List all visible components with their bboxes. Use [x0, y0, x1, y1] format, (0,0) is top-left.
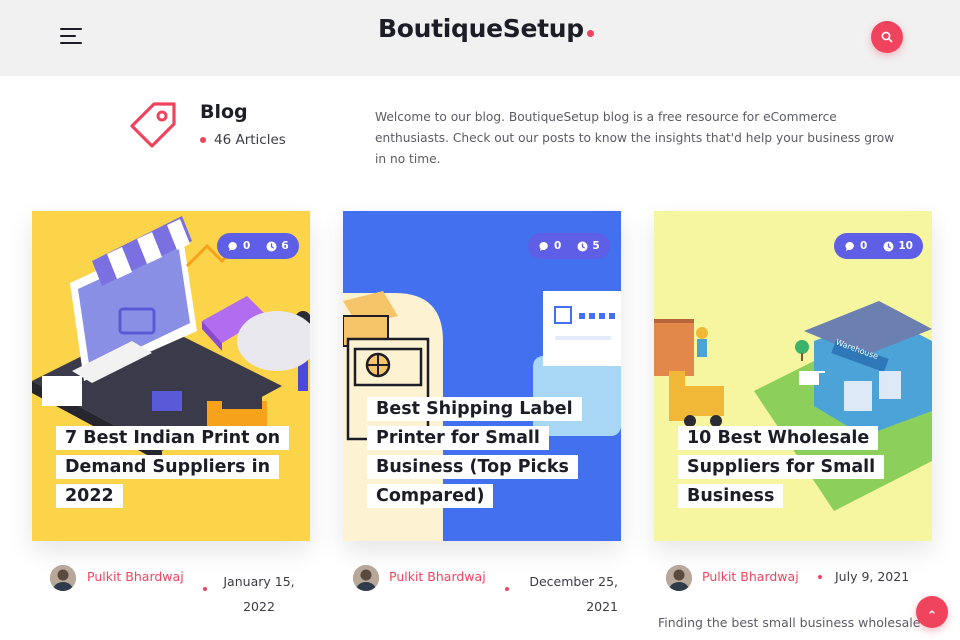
clock-icon — [882, 240, 894, 252]
clock-icon — [265, 240, 277, 252]
read-time: 5 — [592, 240, 600, 252]
article-card[interactable]: Warehouse 0 10 10 Best Wholesale Supplie… — [654, 211, 932, 541]
author-link[interactable]: Pulkit Bhardwaj — [702, 569, 799, 584]
scroll-to-top-button[interactable] — [916, 596, 948, 628]
author-link[interactable]: Pulkit Bhardwaj — [389, 569, 486, 584]
article-count: 46 Articles — [200, 132, 286, 148]
search-button[interactable] — [871, 21, 903, 53]
read-time: 6 — [281, 240, 289, 252]
comment-icon — [844, 240, 856, 252]
author-link[interactable]: Pulkit Bhardwaj — [87, 569, 184, 584]
page-title: Blog — [200, 101, 248, 123]
read-time: 10 — [898, 240, 913, 252]
post-date: July 9, 2021 — [835, 569, 910, 584]
author-avatar[interactable] — [353, 565, 379, 591]
hamburger-menu-icon[interactable] — [60, 26, 84, 48]
post-date: January 15, 2022 — [223, 574, 295, 614]
logo-dot — [586, 30, 594, 37]
article-meta: Pulkit Bhardwaj July 9, 2021 — [654, 562, 932, 614]
comment-count: 0 — [860, 240, 868, 252]
search-icon — [881, 31, 893, 43]
comment-count: 0 — [243, 240, 251, 252]
site-header: BoutiqueSetup — [0, 0, 960, 76]
chevron-up-icon — [929, 610, 935, 614]
comment-count: 0 — [554, 240, 562, 252]
article-meta: Pulkit Bhardwaj January 15, 2022 — [32, 562, 310, 614]
post-stats-badge: 0 5 — [528, 233, 610, 259]
author-avatar[interactable] — [666, 565, 692, 591]
article-card[interactable]: 0 6 7 Best Indian Print on Demand Suppli… — [32, 211, 310, 541]
post-stats-badge: 0 6 — [217, 233, 299, 259]
article-title[interactable]: 10 Best Wholesale Suppliers for Small Bu… — [678, 424, 928, 511]
comment-icon — [227, 240, 239, 252]
blog-description: Welcome to our blog. BoutiqueSetup blog … — [375, 110, 895, 166]
article-title[interactable]: 7 Best Indian Print on Demand Suppliers … — [56, 424, 306, 511]
comment-icon — [538, 240, 550, 252]
post-date: December 25, 2021 — [529, 574, 618, 614]
author-avatar[interactable] — [50, 565, 76, 591]
article-title[interactable]: Best Shipping Label Printer for Small Bu… — [367, 395, 617, 511]
article-card[interactable]: 0 5 Best Shipping Label Printer for Smal… — [343, 211, 621, 541]
article-excerpt: Finding the best small business wholesal… — [658, 615, 921, 630]
site-logo[interactable]: BoutiqueSetup — [378, 14, 594, 43]
article-meta: Pulkit Bhardwaj December 25, 2021 — [343, 562, 621, 614]
post-stats-badge: 0 10 — [834, 233, 923, 259]
clock-icon — [576, 240, 588, 252]
tag-icon — [130, 102, 176, 148]
